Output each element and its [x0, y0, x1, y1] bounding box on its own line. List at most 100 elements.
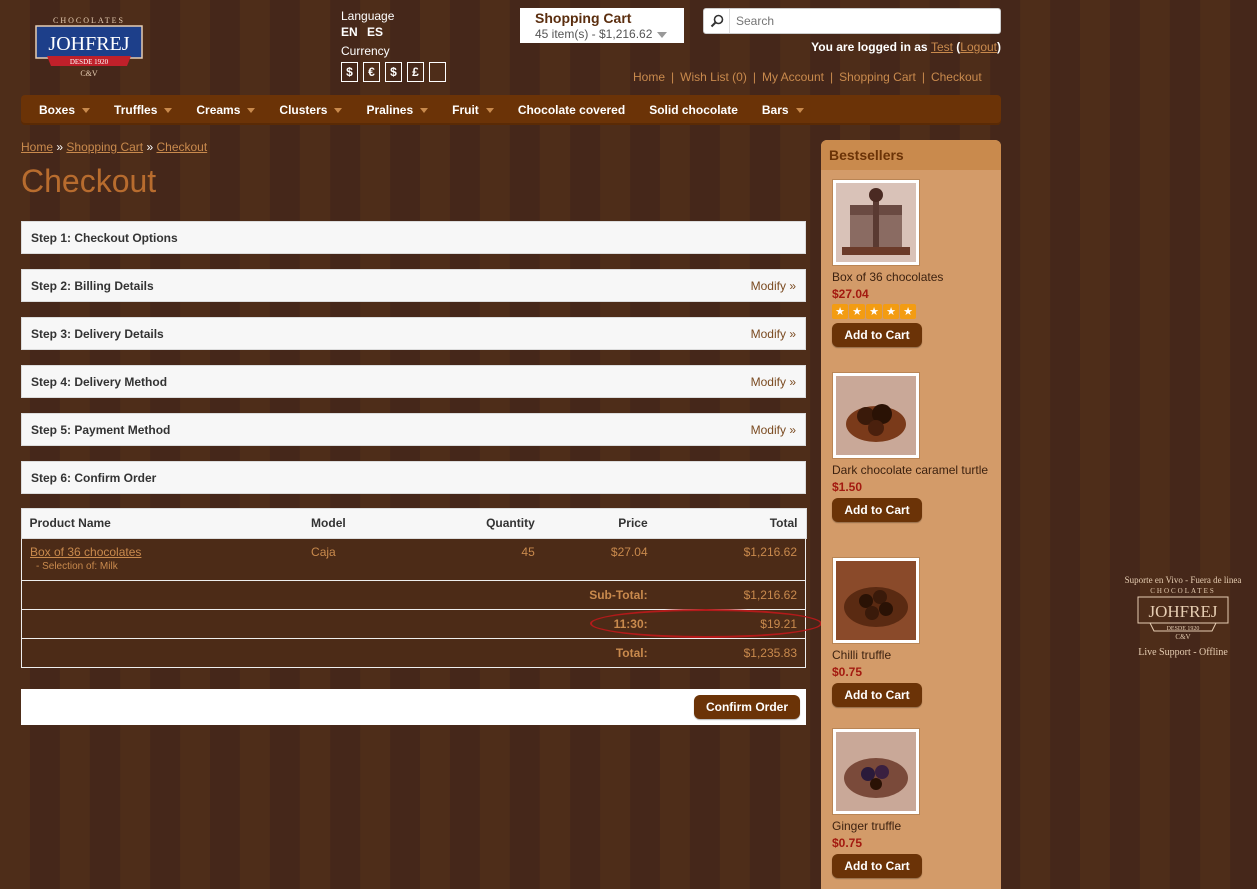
language-es[interactable]: ES — [367, 25, 383, 39]
step-3-header[interactable]: Step 3: Delivery Details Modify » — [21, 317, 806, 350]
product-thumbnail[interactable] — [832, 557, 920, 644]
col-product-name: Product Name — [21, 509, 304, 538]
step-1-header[interactable]: Step 1: Checkout Options — [21, 221, 806, 254]
logout-link[interactable]: Logout — [960, 40, 997, 54]
brand-logo[interactable]: CHOCOLATES JOHFREJ DESDE 1920 C&V — [33, 16, 145, 82]
currency-eur-button[interactable]: € — [363, 62, 380, 82]
currency-usd-alt-button[interactable]: $ — [385, 62, 402, 82]
cell-model: Caja — [303, 537, 443, 580]
product-thumbnail[interactable] — [832, 179, 920, 266]
nav-label: Boxes — [39, 103, 76, 117]
toplink-account[interactable]: My Account — [756, 70, 830, 84]
product-option: - Selection of: Milk — [36, 560, 118, 572]
product-link[interactable]: Box of 36 chocolates — [30, 545, 141, 559]
support-logo-top-text: CHOCOLATES — [1150, 587, 1216, 595]
toplink-wishlist[interactable]: Wish List (0) — [674, 70, 753, 84]
chevron-down-icon — [485, 107, 494, 113]
step-modify-link[interactable]: Modify » — [751, 423, 796, 437]
nav-pralines[interactable]: Pralines — [354, 95, 440, 125]
nav-fruit[interactable]: Fruit — [440, 95, 506, 125]
breadcrumb-checkout[interactable]: Checkout — [156, 140, 207, 154]
product-name[interactable]: Dark chocolate caramel turtle — [832, 463, 992, 477]
nav-creams[interactable]: Creams — [184, 95, 267, 125]
currency-gbp-button[interactable]: £ — [407, 62, 424, 82]
step-modify-link[interactable]: Modify » — [751, 375, 796, 389]
step-4-header[interactable]: Step 4: Delivery Method Modify » — [21, 365, 806, 398]
nav-clusters[interactable]: Clusters — [267, 95, 354, 125]
currency-blank-button[interactable] — [429, 62, 446, 82]
nav-chocolate-covered[interactable]: Chocolate covered — [506, 95, 637, 125]
toplink-cart[interactable]: Shopping Cart — [833, 70, 922, 84]
add-to-cart-button[interactable]: Add to Cart — [832, 854, 922, 878]
step-5-header[interactable]: Step 5: Payment Method Modify » — [21, 413, 806, 446]
totals-row: 11:30: $19.21 — [21, 608, 806, 638]
paren-close: ) — [997, 40, 1001, 54]
search-input[interactable] — [730, 10, 1000, 32]
currency-usd-button[interactable]: $ — [341, 62, 358, 82]
subtotal-label: Sub-Total: — [21, 579, 656, 609]
nav-solid-chocolate[interactable]: Solid chocolate — [637, 95, 750, 125]
breadcrumb-home[interactable]: Home — [21, 140, 53, 154]
live-support-widget[interactable]: Suporte en Vivo - Fuera de linea CHOCOLA… — [1115, 575, 1251, 658]
cell-quantity: 45 — [442, 537, 543, 580]
logged-in-prefix: You are logged in as — [811, 40, 928, 54]
confirm-order-button[interactable]: Confirm Order — [694, 695, 800, 719]
product-thumbnail[interactable] — [832, 728, 920, 815]
step-title: Step 3: Delivery Details — [31, 326, 164, 341]
add-to-cart-button[interactable]: Add to Cart — [832, 683, 922, 707]
step-modify-link[interactable]: Modify » — [751, 279, 796, 293]
logo-sub-text: C&V — [80, 69, 98, 78]
toplink-home[interactable]: Home — [627, 70, 671, 84]
product-name[interactable]: Ginger truffle — [832, 819, 992, 833]
cart-summary-text: 45 item(s) - $1,216.62 — [535, 27, 653, 41]
nav-boxes[interactable]: Boxes — [27, 95, 102, 125]
breadcrumb-separator: » — [56, 140, 64, 154]
step-2-header[interactable]: Step 2: Billing Details Modify » — [21, 269, 806, 302]
shipping-value: $19.21 — [655, 608, 806, 638]
total-value: $1,235.83 — [655, 637, 806, 667]
user-link[interactable]: Test — [931, 40, 953, 54]
page-title: Checkout — [21, 163, 157, 199]
support-logo-sub-text: C&V — [1175, 633, 1190, 641]
step-6-header[interactable]: Step 6: Confirm Order — [21, 461, 806, 494]
support-logo-ribbon-text: DESDE 1920 — [1167, 626, 1200, 632]
step-title: Step 4: Delivery Method — [31, 374, 168, 389]
nav-label: Pralines — [366, 103, 414, 117]
product-name[interactable]: Chilli truffle — [832, 648, 992, 662]
chevron-down-icon — [82, 107, 91, 113]
search-button[interactable] — [704, 9, 730, 33]
support-logo-name-text: JOHFREJ — [1149, 602, 1218, 621]
product-image — [836, 376, 916, 455]
logo-ribbon-text: DESDE 1920 — [70, 58, 109, 66]
order-table: Product Name Model Quantity Price Total … — [20, 508, 807, 668]
language-en[interactable]: EN — [341, 25, 358, 39]
cart-summary-box[interactable]: Shopping Cart 45 item(s) - $1,216.62 — [520, 8, 684, 43]
star-icon: ★ — [866, 304, 882, 319]
chevron-down-icon — [247, 107, 256, 113]
star-icon: ★ — [832, 304, 848, 319]
step-title: Step 5: Payment Method — [31, 422, 171, 437]
product-name[interactable]: Box of 36 chocolates — [832, 270, 992, 284]
language-links: EN ES — [341, 24, 446, 42]
breadcrumb-cart[interactable]: Shopping Cart — [66, 140, 143, 154]
add-to-cart-button[interactable]: Add to Cart — [832, 323, 922, 347]
nav-truffles[interactable]: Truffles — [102, 95, 184, 125]
add-to-cart-button[interactable]: Add to Cart — [832, 498, 922, 522]
cart-title: Shopping Cart — [535, 10, 632, 26]
nav-bars[interactable]: Bars — [750, 95, 816, 125]
chevron-down-icon[interactable] — [657, 31, 668, 38]
nav-label: Bars — [761, 103, 789, 117]
magnifier-icon — [710, 14, 723, 28]
product-thumbnail[interactable] — [832, 372, 920, 459]
logo-name-text: JOHFREJ — [48, 33, 129, 55]
breadcrumb: Home » Shopping Cart » Checkout — [21, 140, 207, 154]
col-model: Model — [303, 509, 443, 538]
support-status-en: Live Support - Offline — [1138, 647, 1228, 658]
step-modify-link[interactable]: Modify » — [751, 327, 796, 341]
toplink-checkout[interactable]: Checkout — [925, 70, 988, 84]
breadcrumb-separator: » — [146, 140, 154, 154]
main-navigation: Boxes Truffles Creams Clusters Pralines … — [21, 95, 1001, 125]
cell-total: $1,216.62 — [655, 537, 806, 580]
star-icon: ★ — [883, 304, 899, 319]
currency-title: Currency — [341, 44, 390, 58]
